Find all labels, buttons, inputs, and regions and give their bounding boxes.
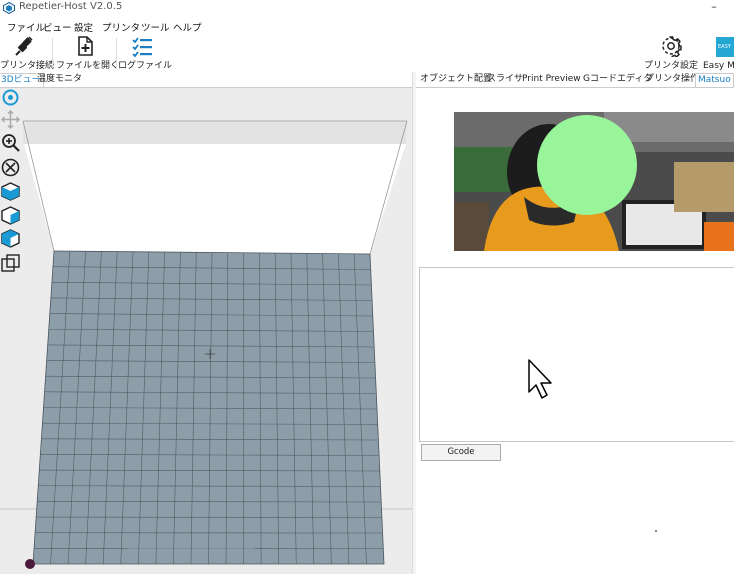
minimize-button[interactable]: – bbox=[702, 0, 726, 16]
3d-viewport[interactable] bbox=[0, 88, 412, 574]
connect-printer-label: プリンタ接続 bbox=[0, 61, 55, 71]
menu-printer[interactable]: プリンタ bbox=[102, 20, 140, 34]
cube-side-icon[interactable] bbox=[1, 206, 20, 225]
mouse-cursor-icon bbox=[528, 359, 552, 399]
cube-wireframe-icon[interactable] bbox=[1, 254, 20, 273]
tab-temperature-monitor[interactable]: 温度モニタ bbox=[35, 73, 84, 86]
rotate-icon[interactable] bbox=[1, 88, 20, 107]
gcode-input-area[interactable] bbox=[419, 267, 734, 442]
log-file-label: ログファイル bbox=[118, 61, 173, 71]
tab-matsuo[interactable]: Matsuo bbox=[695, 73, 734, 87]
easy-mode-button[interactable]: EASY Easy M bbox=[700, 34, 734, 72]
face-mask-circle bbox=[537, 115, 637, 215]
tab-object-placement[interactable]: オブジェクト配置 bbox=[418, 73, 494, 86]
view-tools bbox=[0, 88, 22, 288]
file-add-icon bbox=[78, 36, 93, 56]
window-title: Repetier-Host V2.0.5 bbox=[19, 1, 123, 12]
title-bar: Repetier-Host V2.0.5 – bbox=[0, 0, 734, 18]
fit-view-icon[interactable] bbox=[1, 158, 20, 177]
toolbar-divider bbox=[116, 38, 117, 68]
origin-marker bbox=[25, 559, 35, 569]
tab-print-preview[interactable]: Print Preview bbox=[520, 73, 583, 86]
toolbar: プリンタ接続 ファイルを開く ログファイル プリンタ設定 EASY Easy M bbox=[0, 34, 734, 72]
plug-icon bbox=[15, 36, 33, 56]
zoom-icon[interactable] bbox=[1, 133, 20, 152]
left-tab-bar: 3Dビュー 温度モニタ bbox=[0, 72, 412, 88]
gcode-button[interactable]: Gcode bbox=[421, 444, 501, 461]
log-file-button[interactable]: ログファイル bbox=[118, 34, 173, 72]
menu-settings[interactable]: 設定 bbox=[74, 20, 93, 34]
easy-mode-icon: EASY bbox=[716, 37, 734, 57]
easy-mode-label: Easy M bbox=[703, 61, 734, 71]
cube-front-icon[interactable] bbox=[1, 182, 20, 201]
right-tab-bar: オブジェクト配置 スライサ Print Preview Gコードエディタ プリン… bbox=[415, 72, 734, 88]
printer-settings-label: プリンタ設定 bbox=[644, 61, 699, 71]
stray-pixel bbox=[655, 530, 657, 532]
printer-settings-button[interactable]: プリンタ設定 bbox=[644, 34, 698, 72]
menu-view[interactable]: ビュー bbox=[43, 20, 72, 34]
print-bed-scene bbox=[0, 88, 412, 574]
menu-bar: ファイル ビュー 設定 プリンタ ツール ヘルプ bbox=[0, 18, 734, 34]
menu-help[interactable]: ヘルプ bbox=[173, 20, 202, 34]
tab-printer-control[interactable]: プリンタ操作 bbox=[643, 73, 701, 86]
gear-icon bbox=[662, 36, 682, 57]
webcam-image bbox=[454, 112, 734, 251]
open-file-label: ファイルを開く bbox=[56, 61, 120, 71]
menu-file[interactable]: ファイル bbox=[7, 20, 45, 34]
checklist-icon bbox=[132, 37, 152, 57]
open-file-button[interactable]: ファイルを開く bbox=[56, 34, 120, 72]
menu-tools[interactable]: ツール bbox=[141, 20, 170, 34]
toolbar-divider bbox=[52, 38, 53, 68]
app-logo-icon bbox=[3, 2, 15, 14]
tab-slicer[interactable]: スライサ bbox=[485, 73, 525, 86]
panel-splitter[interactable] bbox=[412, 72, 416, 574]
connect-printer-button[interactable]: プリンタ接続 bbox=[0, 34, 55, 72]
move-icon[interactable] bbox=[1, 110, 20, 129]
cube-top-icon[interactable] bbox=[1, 229, 20, 248]
